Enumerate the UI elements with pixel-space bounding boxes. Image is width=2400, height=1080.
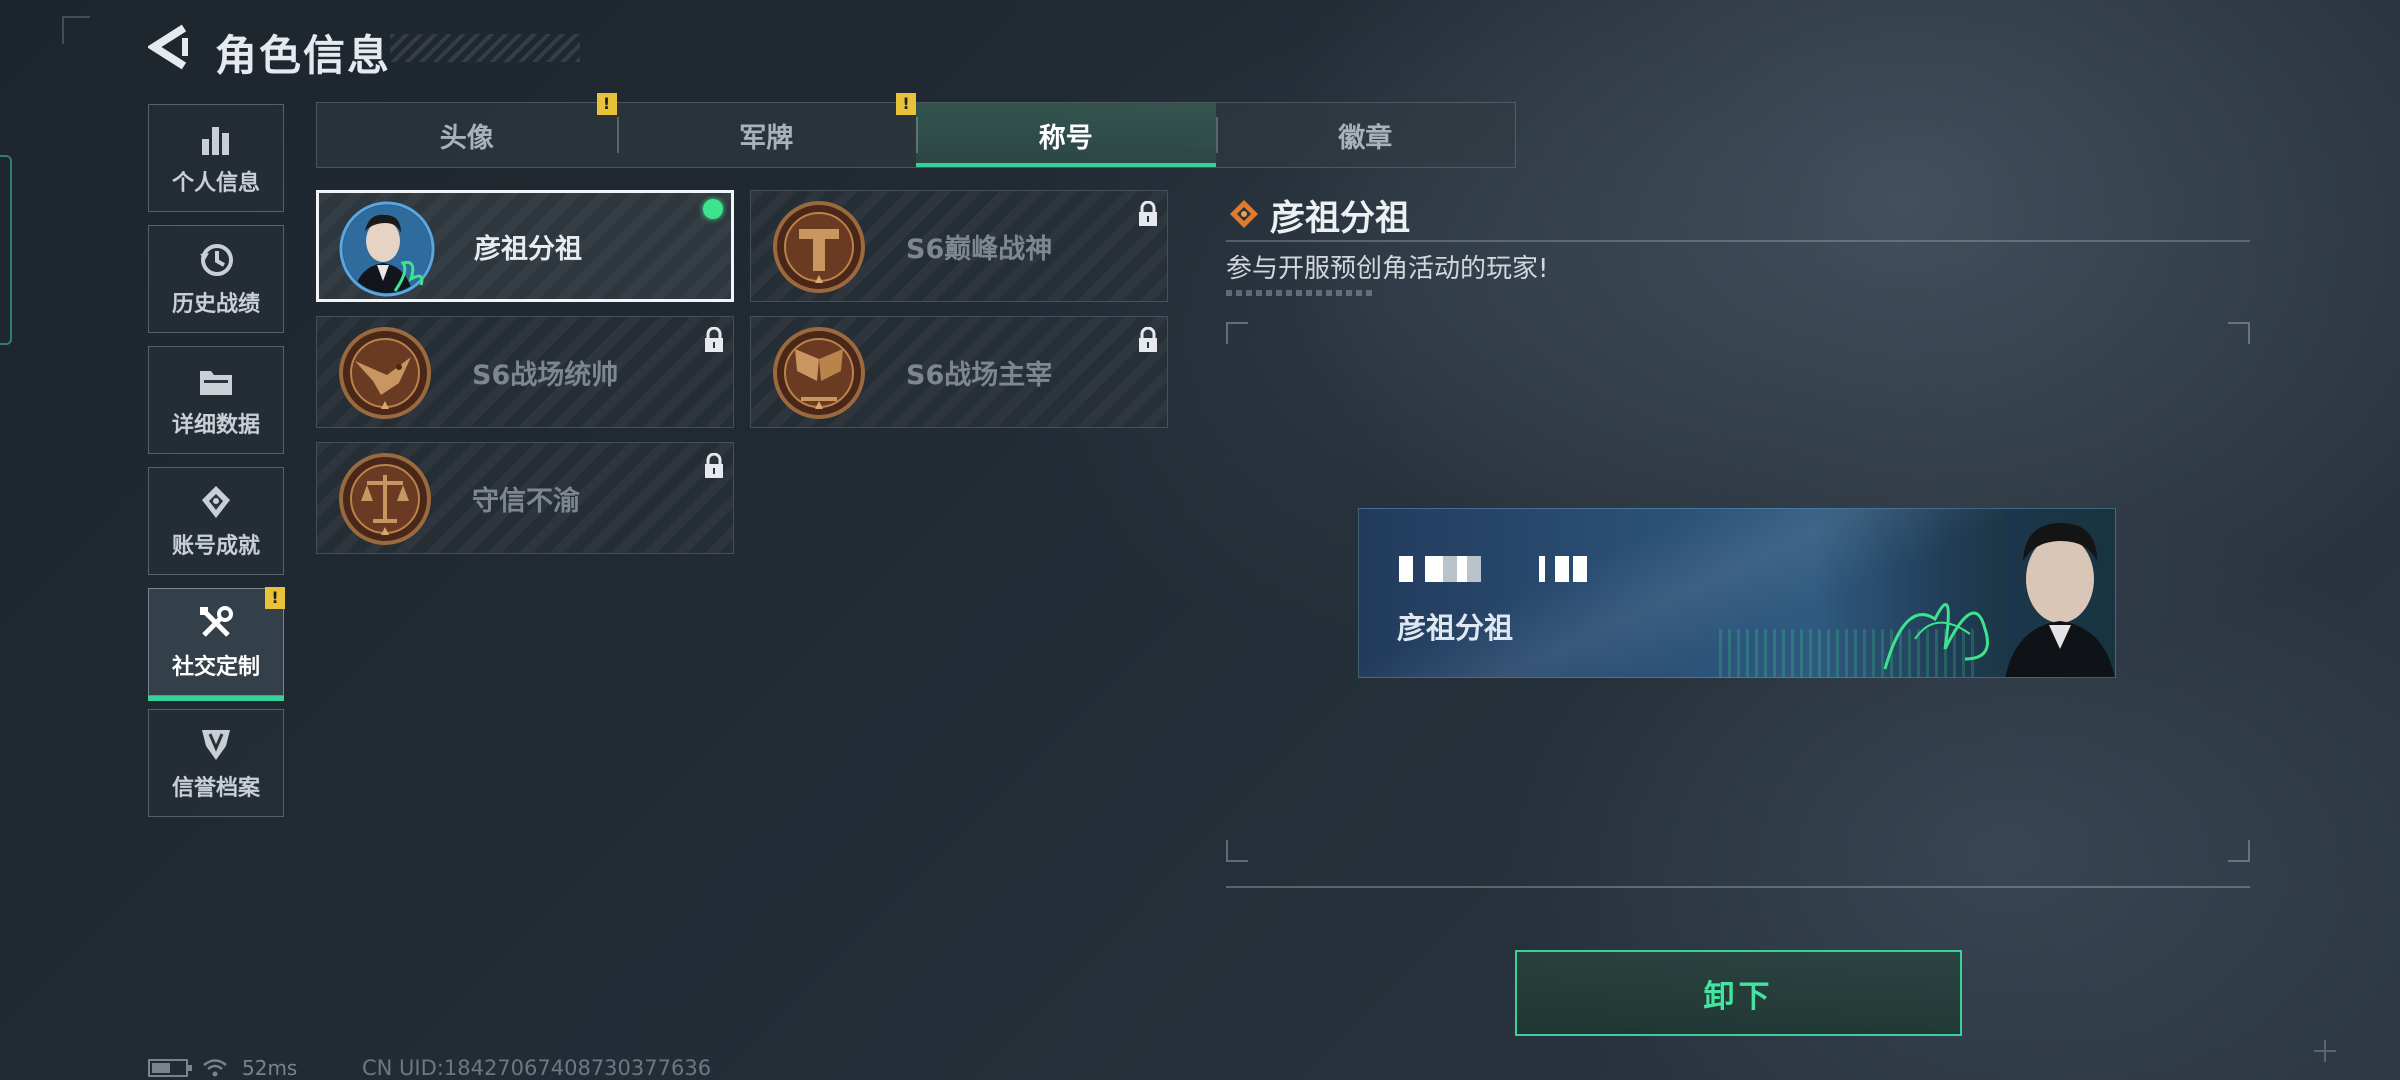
sidebar-item-social-custom[interactable]: ! 社交定制: [148, 587, 285, 701]
title-name: S6战场统帅: [472, 359, 619, 391]
back-button[interactable]: [146, 24, 190, 70]
tab-bar: 头像 ! 军牌 ! 称号 徽章: [316, 93, 1516, 168]
masked-text-block: [1467, 556, 1481, 582]
character-portrait-image: [1883, 509, 2115, 677]
sidebar-item-label: 信誉档案: [171, 776, 260, 801]
divider: [1226, 240, 2250, 242]
frame-corner: [2228, 840, 2250, 862]
sidebar-item-label: 社交定制: [171, 655, 260, 680]
sidebar-item-label: 历史战绩: [171, 292, 260, 317]
detail-title: 彦祖分祖: [1270, 199, 1411, 239]
masked-text-block: [1425, 556, 1443, 582]
back-arrow-icon: [146, 24, 188, 70]
tools-icon: [200, 606, 233, 637]
folder-icon: [200, 371, 232, 395]
masked-text-block: [1399, 556, 1413, 582]
masked-text-block: [1443, 556, 1457, 582]
bar-chart-icon: [202, 127, 229, 155]
unequip-button[interactable]: 卸下: [1515, 950, 1962, 1036]
sidebar-item-personal-info[interactable]: 个人信息: [148, 104, 284, 212]
frame-corner: [1226, 322, 1248, 344]
sidebar-item-detailed-data[interactable]: 详细数据: [148, 346, 284, 454]
masked-text-block: [1555, 556, 1569, 582]
banner-title-name: 彦祖分祖: [1397, 611, 1514, 645]
corner-decoration: [62, 16, 90, 44]
sidebar-item-credit-record[interactable]: 信誉档案: [148, 709, 284, 817]
title-card[interactable]: 彦祖分祖: [316, 190, 734, 302]
title-card[interactable]: 守信不渝: [316, 442, 734, 554]
diamond-icon: [1230, 200, 1258, 228]
status-bar: 52ms: [148, 1056, 297, 1080]
wifi-icon: [203, 1059, 227, 1077]
portrait-emblem-icon: [339, 201, 435, 297]
bronze-scales-emblem-icon: [339, 453, 431, 545]
sidebar-item-achievements[interactable]: 账号成就: [148, 467, 284, 575]
tab-label: 头像: [439, 122, 494, 154]
masked-text-block: [1457, 556, 1467, 582]
warning-badge: !: [896, 93, 916, 115]
title-name: 守信不渝: [472, 485, 580, 517]
bronze-eagle-emblem-icon: [339, 327, 431, 419]
warning-badge: !: [265, 587, 285, 609]
title-card[interactable]: S6战场统帅: [316, 316, 734, 428]
tab-badge[interactable]: 徽章: [1215, 103, 1516, 167]
sidebar-item-label: 账号成就: [171, 534, 260, 559]
masked-text-block: [1539, 556, 1545, 582]
battery-icon: [148, 1059, 192, 1077]
sidebar-item-label: 个人信息: [171, 171, 260, 196]
bronze-flags-emblem-icon: [773, 327, 865, 419]
tab-label: 称号: [1038, 122, 1093, 154]
corner-plus-decoration: [2314, 1040, 2336, 1062]
clock-history-icon: [200, 244, 233, 276]
tab-dog-tag[interactable]: 军牌 !: [616, 93, 916, 167]
equipped-indicator: [703, 199, 723, 219]
warning-badge: !: [596, 93, 617, 115]
bronze-t-emblem-icon: [773, 201, 865, 293]
frame-corner: [2228, 322, 2250, 344]
detail-subtext-placeholder: [1226, 290, 1376, 296]
divider: [1226, 886, 2250, 888]
masked-text-block: [1573, 556, 1587, 582]
sidebar-item-match-history[interactable]: 历史战绩: [148, 225, 284, 333]
credit-badge-icon: [202, 730, 230, 760]
edge-decoration: [0, 155, 12, 345]
frame-corner: [1226, 840, 1248, 862]
title-card[interactable]: S6战场主宰: [750, 316, 1168, 428]
tab-label: 军牌: [739, 122, 794, 154]
title-banner-preview: 彦祖分祖: [1358, 508, 2116, 678]
lock-icon: [705, 327, 723, 352]
title-decoration: [390, 34, 580, 62]
title-card[interactable]: S6巅峰战神: [750, 190, 1168, 302]
lock-icon: [1139, 327, 1157, 352]
tab-label: 徽章: [1338, 122, 1393, 154]
lock-icon: [705, 453, 723, 478]
title-name: S6巅峰战神: [906, 233, 1053, 265]
achievement-icon: [202, 486, 230, 518]
tab-avatar[interactable]: 头像 !: [317, 93, 617, 167]
lock-icon: [1139, 201, 1157, 226]
tab-title[interactable]: 称号: [916, 103, 1216, 167]
detail-description: 参与开服预创角活动的玩家!: [1226, 254, 1549, 284]
ping-readout: 52ms: [242, 1056, 298, 1080]
uid-text: CN UID:18427067408730377636: [362, 1056, 712, 1080]
title-name: S6战场主宰: [906, 359, 1053, 391]
title-name: 彦祖分祖: [474, 233, 582, 265]
sidebar: 个人信息 历史战绩 详细数据 账号成就 ! 社交定制 信誉档案: [148, 104, 285, 830]
sidebar-item-label: 详细数据: [171, 413, 260, 438]
page-title: 角色信息: [215, 31, 392, 80]
